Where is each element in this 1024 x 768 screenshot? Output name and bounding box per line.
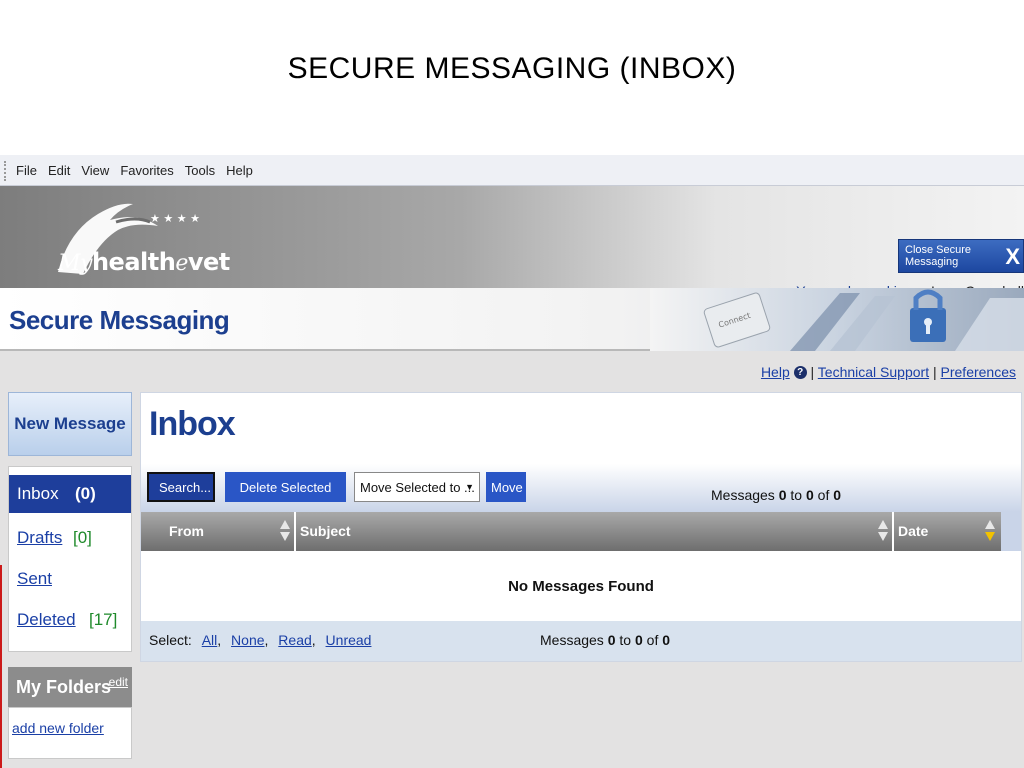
menu-tools[interactable]: Tools <box>185 163 215 178</box>
help-icon[interactable]: ? <box>793 366 807 379</box>
close-icon: X <box>1005 244 1020 269</box>
delete-selected-button[interactable]: Delete Selected <box>225 472 346 502</box>
my-folders-header: My Folders edit <box>8 667 132 707</box>
chevron-down-icon: ▼ <box>465 482 474 492</box>
search-button[interactable]: Search... <box>147 472 215 502</box>
column-divider <box>294 512 296 551</box>
folder-count: [17] <box>89 610 118 629</box>
preferences-link[interactable]: Preferences <box>941 364 1016 380</box>
help-link[interactable]: Help <box>761 364 790 380</box>
slide-title: SECURE MESSAGING (INBOX) <box>287 52 737 85</box>
logo-wordmark[interactable]: Myhealthevet <box>58 248 230 276</box>
page-title: Secure Messaging <box>9 305 230 335</box>
folder-inbox[interactable]: Inbox (0) <box>9 475 131 513</box>
sort-active-icon[interactable] <box>985 518 995 544</box>
selection-bar: Select: All, None, Read, Unread Messages… <box>141 621 1021 661</box>
column-from[interactable]: From <box>169 523 204 539</box>
link-separator: | <box>932 364 937 380</box>
move-select-value: Move Selected to ... <box>360 479 475 495</box>
browser-window: File Edit View Favorites Tools Help ★ ★ … <box>0 155 1024 768</box>
inbox-panel: Inbox Search... Delete Selected Move Sel… <box>140 392 1022 662</box>
select-unread-link[interactable]: Unread <box>326 632 372 648</box>
select-label: Select: <box>149 632 192 648</box>
column-divider <box>892 512 894 551</box>
site-header: ★ ★ ★ ★ Myhealthevet Close Secure Messag… <box>0 186 1024 299</box>
menu-bar: File Edit View Favorites Tools Help <box>0 155 1024 186</box>
move-folder-select[interactable]: Move Selected to ... ▼ <box>354 472 480 502</box>
menu-file[interactable]: File <box>16 163 37 178</box>
folder-deleted[interactable]: Deleted [17] <box>9 601 131 639</box>
link-separator: | <box>810 364 815 380</box>
empty-message: No Messages Found <box>508 577 654 595</box>
svg-text:★ ★ ★ ★: ★ ★ ★ ★ <box>150 212 200 225</box>
sort-icon[interactable] <box>878 518 888 544</box>
folder-list: Inbox (0) Drafts [0] Sent Deleted [17] <box>8 466 132 652</box>
keyboard-lock-banner-icon: Connect <box>650 288 1024 351</box>
column-subject[interactable]: Subject <box>300 523 351 539</box>
table-header: From Subject Date <box>141 512 1021 551</box>
move-button[interactable]: Move <box>486 472 526 502</box>
folder-count: (0) <box>75 484 96 503</box>
utility-links: Help ? | Technical Support | Preferences <box>761 364 1016 380</box>
folder-link[interactable]: Deleted <box>17 610 76 630</box>
select-all-link[interactable]: All <box>202 632 218 648</box>
inbox-title: Inbox <box>149 405 236 443</box>
menu-view[interactable]: View <box>81 163 109 178</box>
menu-help[interactable]: Help <box>226 163 253 178</box>
header-spacer <box>1001 512 1021 551</box>
select-none-link[interactable]: None <box>231 632 264 648</box>
add-new-folder-link[interactable]: add new folder <box>12 720 104 736</box>
folder-link[interactable]: Sent <box>17 569 52 589</box>
my-folders-title: My Folders <box>16 676 112 697</box>
new-message-button[interactable]: New Message <box>8 392 132 456</box>
message-toolbar: Search... Delete Selected Move Selected … <box>141 464 1021 512</box>
sort-icon[interactable] <box>280 518 290 544</box>
technical-support-link[interactable]: Technical Support <box>818 364 929 380</box>
folder-count: [0] <box>73 528 92 547</box>
section-banner: Secure Messaging Connect <box>0 288 1024 351</box>
edit-folders-link[interactable]: edit <box>109 675 128 689</box>
menu-favorites[interactable]: Favorites <box>120 163 173 178</box>
select-links: Select: All, None, Read, Unread <box>149 632 372 648</box>
menu-edit[interactable]: Edit <box>48 163 70 178</box>
folder-sent[interactable]: Sent <box>9 560 131 598</box>
my-folders-panel: add new folder <box>8 707 132 759</box>
column-date[interactable]: Date <box>898 523 928 539</box>
folder-drafts[interactable]: Drafts [0] <box>9 519 131 557</box>
close-secure-messaging-button[interactable]: Close Secure Messaging X <box>898 239 1024 273</box>
folder-label: Inbox <box>17 484 59 503</box>
message-count-footer: Messages 0 to 0 of 0 <box>540 632 671 648</box>
message-count: Messages 0 to 0 of 0 <box>711 487 842 503</box>
select-read-link[interactable]: Read <box>278 632 311 648</box>
red-edge-marker <box>0 565 2 768</box>
folder-link[interactable]: Drafts <box>17 528 62 548</box>
